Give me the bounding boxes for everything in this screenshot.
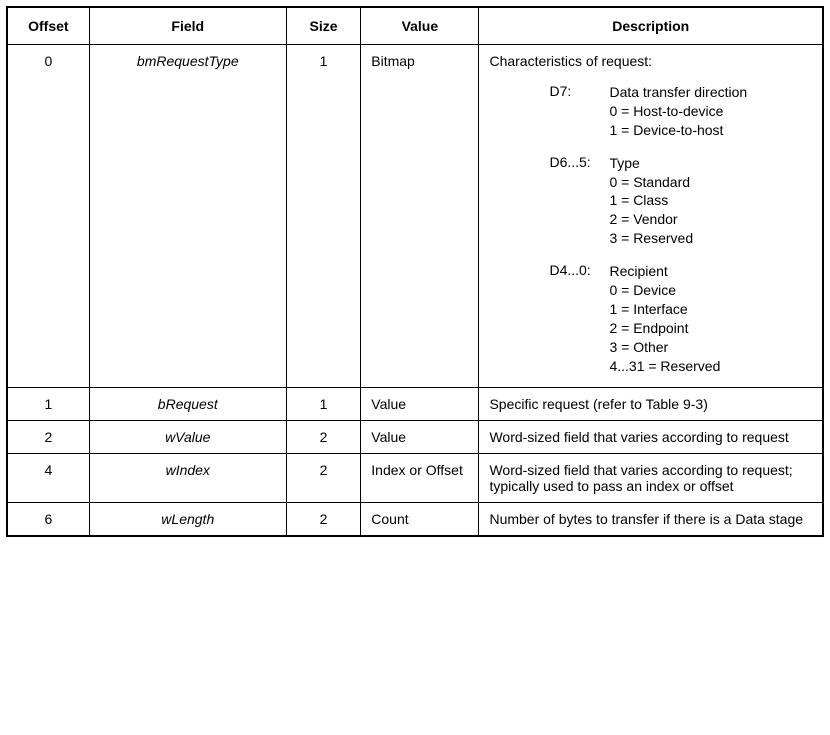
cell-field: wValue [89, 421, 286, 454]
cell-size: 2 [286, 421, 360, 454]
cell-offset: 4 [7, 454, 89, 503]
table-row: 4 wIndex 2 Index or Offset Word-sized fi… [7, 454, 823, 503]
header-size: Size [286, 7, 360, 45]
cell-field: wIndex [89, 454, 286, 503]
bit-title: Type [609, 154, 812, 173]
cell-offset: 6 [7, 503, 89, 537]
cell-value: Index or Offset [361, 454, 479, 503]
cell-value: Bitmap [361, 45, 479, 388]
bit-value: 3 = Reserved [609, 229, 812, 248]
bit-value: 2 = Vendor [609, 210, 812, 229]
bit-section: D6...5: Type 0 = Standard 1 = Class 2 = … [549, 154, 812, 248]
cell-size: 2 [286, 503, 360, 537]
bit-section: D4...0: Recipient 0 = Device 1 = Interfa… [549, 262, 812, 375]
cell-description: Word-sized field that varies according t… [479, 454, 823, 503]
cell-size: 1 [286, 45, 360, 388]
header-value: Value [361, 7, 479, 45]
cell-description: Number of bytes to transfer if there is … [479, 503, 823, 537]
cell-size: 2 [286, 454, 360, 503]
table-header-row: Offset Field Size Value Description [7, 7, 823, 45]
bit-title: Data transfer direction [609, 83, 812, 102]
bit-value: 3 = Other [609, 338, 812, 357]
cell-description: Specific request (refer to Table 9-3) [479, 388, 823, 421]
bit-value: 1 = Class [609, 191, 812, 210]
bit-title: Recipient [609, 262, 812, 281]
bit-label: D6...5: [549, 154, 609, 170]
cell-description: Characteristics of request: D7: Data tra… [479, 45, 823, 388]
cell-value: Value [361, 421, 479, 454]
bit-value: 0 = Host-to-device [609, 102, 812, 121]
cell-value: Count [361, 503, 479, 537]
desc-intro: Characteristics of request: [489, 53, 812, 69]
cell-offset: 0 [7, 45, 89, 388]
bit-label: D4...0: [549, 262, 609, 278]
header-offset: Offset [7, 7, 89, 45]
table-row: 1 bRequest 1 Value Specific request (ref… [7, 388, 823, 421]
bit-value: 0 = Standard [609, 173, 812, 192]
cell-field: wLength [89, 503, 286, 537]
header-field: Field [89, 7, 286, 45]
bit-label: D7: [549, 83, 609, 99]
bit-value: 2 = Endpoint [609, 319, 812, 338]
cell-offset: 2 [7, 421, 89, 454]
header-description: Description [479, 7, 823, 45]
table-row: 6 wLength 2 Count Number of bytes to tra… [7, 503, 823, 537]
cell-size: 1 [286, 388, 360, 421]
usb-setup-data-table: Offset Field Size Value Description 0 bm… [6, 6, 824, 537]
bit-section: D7: Data transfer direction 0 = Host-to-… [549, 83, 812, 140]
bit-value: 4...31 = Reserved [609, 357, 812, 376]
cell-field: bRequest [89, 388, 286, 421]
bit-value: 0 = Device [609, 281, 812, 300]
bit-value: 1 = Device-to-host [609, 121, 812, 140]
bit-value: 1 = Interface [609, 300, 812, 319]
table-row: 2 wValue 2 Value Word-sized field that v… [7, 421, 823, 454]
cell-field: bmRequestType [89, 45, 286, 388]
cell-offset: 1 [7, 388, 89, 421]
cell-description: Word-sized field that varies according t… [479, 421, 823, 454]
cell-value: Value [361, 388, 479, 421]
table-row: 0 bmRequestType 1 Bitmap Characteristics… [7, 45, 823, 388]
